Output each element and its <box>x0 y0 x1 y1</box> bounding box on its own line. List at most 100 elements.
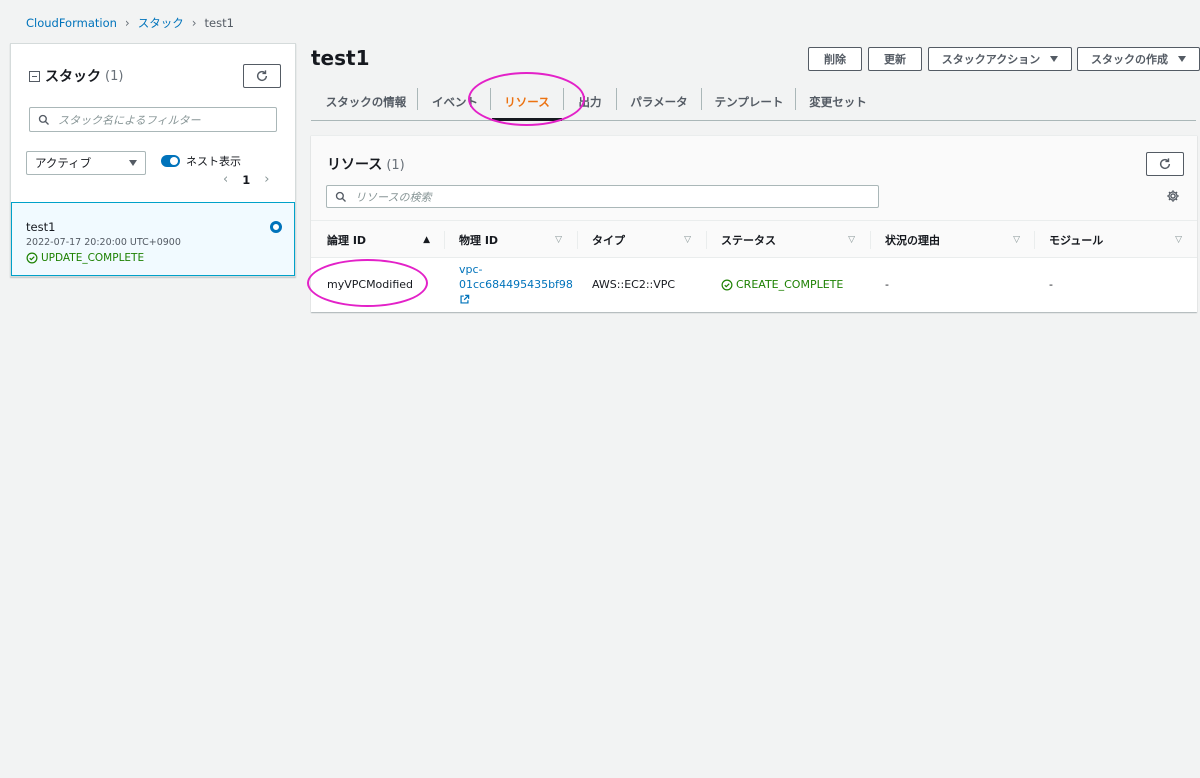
chevron-right-icon: › <box>124 16 130 30</box>
column-label: 状況の理由 <box>885 233 940 247</box>
column-label: タイプ <box>592 233 625 247</box>
breadcrumb-stacks-link[interactable]: スタック <box>138 15 184 31</box>
column-divider <box>444 231 445 249</box>
search-icon <box>38 114 49 125</box>
stack-actions-label: スタックアクション <box>941 53 1041 66</box>
sort-ascending-icon[interactable]: ▲ <box>423 235 430 245</box>
tab-stack-info[interactable]: スタックの情報 <box>316 84 416 120</box>
check-circle-icon <box>26 252 38 264</box>
sort-icon[interactable]: ▽ <box>1013 235 1020 245</box>
column-logical-id[interactable]: 論理 ID ▲ <box>327 221 430 258</box>
column-label: モジュール <box>1049 233 1104 247</box>
sort-icon[interactable]: ▽ <box>684 235 691 245</box>
logical-id-cell: myVPCModified <box>327 278 414 291</box>
stacks-panel-header: スタック (1) <box>29 66 123 86</box>
stack-status: UPDATE_COMPLETE <box>26 252 144 264</box>
column-label: 物理 ID <box>459 233 499 247</box>
caret-down-icon <box>1178 56 1186 62</box>
nested-view-toggle[interactable]: ネスト表示 <box>161 153 241 169</box>
stacks-refresh-button[interactable] <box>243 64 281 88</box>
sort-icon[interactable]: ▽ <box>555 235 562 245</box>
tab-divider <box>795 88 796 110</box>
chevron-right-icon[interactable]: › <box>264 172 269 187</box>
collapse-icon[interactable] <box>29 70 40 82</box>
pagination: ‹ 1 › <box>223 172 269 187</box>
toggle-switch[interactable] <box>161 155 180 167</box>
resources-refresh-button[interactable] <box>1146 152 1184 176</box>
update-button[interactable]: 更新 <box>868 47 922 71</box>
chevron-left-icon[interactable]: ‹ <box>223 172 228 187</box>
stack-created-time: 2022-07-17 20:20:00 UTC+0900 <box>26 237 181 248</box>
resources-title-text: リソース <box>327 157 383 173</box>
physical-id-line: vpc- <box>459 263 483 276</box>
resources-header: リソース (1) リソースの検索 <box>311 136 1197 220</box>
column-module[interactable]: モジュール ▽ <box>1049 221 1182 258</box>
tab-resources[interactable]: リソース <box>492 84 562 121</box>
breadcrumb-current: test1 <box>204 16 234 30</box>
refresh-icon <box>1159 158 1171 170</box>
resources-search-input[interactable]: リソースの検索 <box>326 185 879 208</box>
resources-count: (1) <box>386 158 405 173</box>
column-status[interactable]: ステータス ▽ <box>721 221 855 258</box>
check-circle-icon <box>721 279 733 290</box>
tab-outputs[interactable]: 出力 <box>567 84 613 120</box>
physical-id-link[interactable]: vpc- 01cc684495435bf98 <box>459 262 573 305</box>
status-reason-cell: - <box>885 278 889 291</box>
tab-parameters[interactable]: パラメータ <box>621 84 697 120</box>
status-text: CREATE_COMPLETE <box>736 278 844 291</box>
column-divider <box>706 231 707 249</box>
status-filter-select[interactable]: アクティブ <box>26 151 146 175</box>
tab-bar: スタックの情報 イベント リソース 出力 パラメータ テンプレート 変更セット <box>311 84 1196 121</box>
stacks-panel: スタック (1) スタック名によるフィルター アクティブ ネスト表示 ‹ 1 ›… <box>10 43 296 277</box>
column-type[interactable]: タイプ ▽ <box>592 221 691 258</box>
delete-button[interactable]: 削除 <box>808 47 862 71</box>
module-cell: - <box>1049 278 1053 291</box>
stack-radio[interactable] <box>270 221 282 233</box>
column-divider <box>870 231 871 249</box>
update-button-label: 更新 <box>884 53 906 66</box>
sort-icon[interactable]: ▽ <box>1175 235 1182 245</box>
refresh-icon <box>256 70 268 82</box>
stacks-panel-title: スタック <box>45 69 101 85</box>
status-filter-value: アクティブ <box>35 156 92 170</box>
page-number[interactable]: 1 <box>242 173 250 187</box>
column-status-reason[interactable]: 状況の理由 ▽ <box>885 221 1020 258</box>
create-stack-label: スタックの作成 <box>1091 53 1168 66</box>
stack-filter-placeholder: スタック名によるフィルター <box>58 113 201 127</box>
breadcrumb-cloudformation-link[interactable]: CloudFormation <box>26 16 117 30</box>
tab-events[interactable]: イベント <box>421 84 489 120</box>
tab-divider <box>563 88 564 110</box>
column-label: 論理 ID <box>327 233 367 247</box>
tab-divider <box>616 88 617 110</box>
column-label: ステータス <box>721 233 776 247</box>
type-cell: AWS::EC2::VPC <box>592 278 676 291</box>
tab-divider <box>701 88 702 110</box>
table-header: 論理 ID ▲ 物理 ID ▽ タイプ ▽ ステータス ▽ 状況の理由 ▽ モジュール ▽ <box>311 220 1197 258</box>
tab-divider <box>417 88 418 110</box>
tab-template[interactable]: テンプレート <box>705 84 793 120</box>
resources-search-placeholder: リソースの検索 <box>355 190 432 204</box>
column-physical-id[interactable]: 物理 ID ▽ <box>459 221 562 258</box>
stacks-count: (1) <box>105 68 124 84</box>
column-divider <box>577 231 578 249</box>
stack-card[interactable]: test1 2022-07-17 20:20:00 UTC+0900 UPDAT… <box>11 202 295 276</box>
delete-button-label: 削除 <box>824 53 846 66</box>
tab-divider <box>490 88 491 110</box>
stack-name: test1 <box>26 220 56 234</box>
physical-id-line: 01cc684495435bf98 <box>459 278 573 291</box>
breadcrumb: CloudFormation › スタック › test1 <box>26 15 234 31</box>
tab-change-sets[interactable]: 変更セット <box>799 84 877 120</box>
nested-view-label: ネスト表示 <box>186 155 241 168</box>
sort-icon[interactable]: ▽ <box>848 235 855 245</box>
external-link-icon[interactable] <box>459 294 470 305</box>
chevron-right-icon: › <box>191 16 197 30</box>
stack-actions-button[interactable]: スタックアクション <box>928 47 1072 71</box>
column-divider <box>1034 231 1035 249</box>
gear-icon[interactable] <box>1166 189 1180 203</box>
resources-panel: リソース (1) リソースの検索 論理 ID ▲ 物理 ID ▽ タイプ ▽ ステータ… <box>311 135 1197 312</box>
stack-filter-input[interactable]: スタック名によるフィルター <box>29 107 277 132</box>
resources-title: リソース (1) <box>327 154 405 174</box>
create-stack-button[interactable]: スタックの作成 <box>1077 47 1200 71</box>
caret-down-icon <box>1050 56 1059 62</box>
stack-status-text: UPDATE_COMPLETE <box>41 252 145 264</box>
